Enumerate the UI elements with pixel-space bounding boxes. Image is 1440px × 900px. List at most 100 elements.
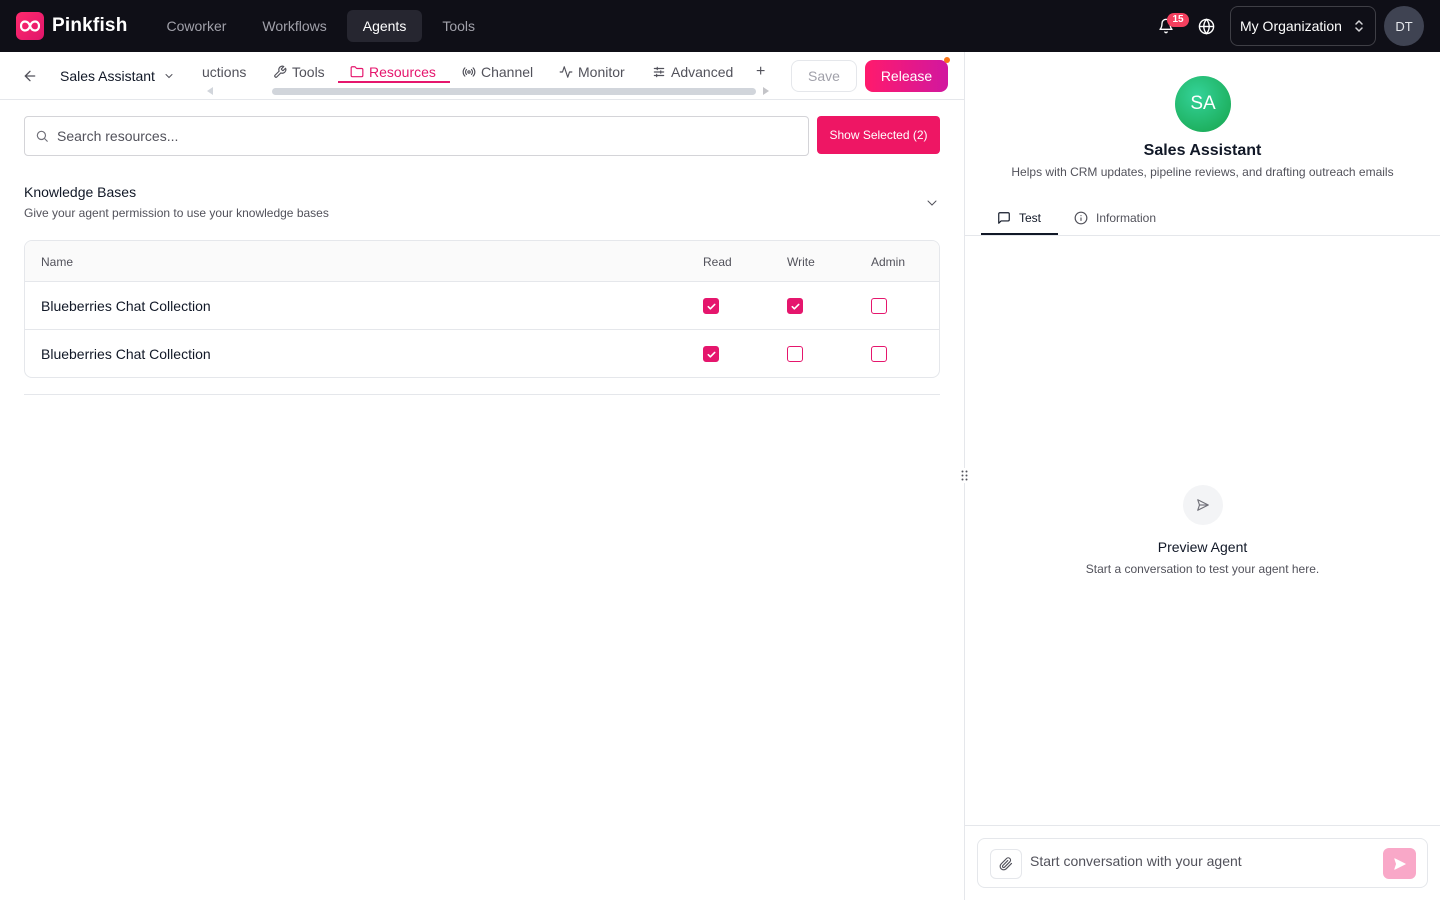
top-bar: Pinkfish Coworker Workflows Agents Tools…	[0, 0, 1440, 52]
preview-empty-subtitle: Start a conversation to test your agent …	[1085, 562, 1320, 576]
chevrons-up-down-icon	[1355, 20, 1363, 32]
sliders-icon	[653, 66, 665, 78]
table-row: Blueberries Chat Collection	[25, 282, 939, 330]
nav-tools[interactable]: Tools	[426, 10, 491, 42]
message-icon	[998, 211, 1010, 224]
infinity-logo-icon	[16, 12, 44, 40]
nav-agents[interactable]: Agents	[346, 10, 423, 42]
chevron-down-icon	[165, 74, 173, 79]
section-title: Knowledge Bases	[24, 184, 137, 200]
tab-label: Resources	[369, 64, 436, 80]
knowledge-bases-section-header[interactable]: Knowledge Bases Give your agent permissi…	[24, 184, 940, 220]
search-input[interactable]	[57, 128, 757, 144]
section-divider	[24, 394, 940, 395]
preview-agent-name: Sales Assistant	[1143, 142, 1262, 159]
chat-composer	[977, 838, 1428, 888]
preview-send-icon	[1183, 485, 1223, 525]
send-icon	[1393, 857, 1406, 870]
paperclip-icon	[999, 857, 1013, 871]
search-box	[24, 116, 809, 156]
preview-tabs: Test Information	[965, 200, 1440, 236]
send-icon	[1197, 499, 1209, 511]
active-tab-indicator	[338, 81, 450, 83]
chevron-down-icon[interactable]	[924, 195, 940, 211]
info-icon	[1074, 211, 1088, 224]
chat-input[interactable]	[1030, 853, 1370, 869]
tab-instructions[interactable]: uctions	[202, 58, 246, 86]
nav-workflows[interactable]: Workflows	[246, 10, 342, 42]
resource-search-row: Show Selected (2)	[24, 116, 940, 156]
agent-toolbar: Sales Assistant uctions Tools Resources …	[0, 52, 964, 100]
tab-label: Tools	[292, 64, 325, 80]
read-checkbox[interactable]	[703, 298, 719, 314]
tab-label: uctions	[202, 64, 247, 80]
wrench-icon	[274, 65, 287, 78]
organization-select[interactable]: My Organization	[1230, 6, 1376, 46]
table-header: Name Read Write Admin	[25, 241, 939, 282]
main-nav: Coworker Workflows Agents Tools	[151, 10, 492, 42]
write-checkbox[interactable]	[787, 298, 803, 314]
read-checkbox[interactable]	[703, 346, 719, 362]
tab-label: Advanced	[671, 64, 734, 80]
column-admin: Admin	[871, 255, 906, 269]
logo[interactable]: Pinkfish	[16, 12, 128, 40]
agent-editor-panel: Sales Assistant uctions Tools Resources …	[0, 52, 964, 900]
preview-agent-description: Helps with CRM updates, pipeline reviews…	[1011, 165, 1394, 179]
column-name: Name	[41, 255, 74, 269]
check-icon	[790, 303, 800, 310]
tab-label: Test	[1019, 210, 1042, 225]
tab-information[interactable]: Information	[1074, 200, 1156, 235]
globe-icon	[1198, 17, 1214, 35]
admin-checkbox[interactable]	[871, 298, 887, 314]
tab-label: Monitor	[578, 64, 625, 80]
column-write: Write	[787, 255, 815, 269]
activity-icon	[559, 66, 573, 78]
tab-tools[interactable]: Tools	[273, 58, 325, 86]
unreleased-changes-dot	[944, 57, 950, 63]
save-button[interactable]: Save	[791, 60, 857, 92]
active-tab-indicator	[981, 233, 1058, 235]
tab-advanced[interactable]: Advanced	[652, 58, 733, 86]
send-button[interactable]	[1383, 848, 1416, 879]
column-read: Read	[703, 255, 732, 269]
knowledge-base-name: Blueberries Chat Collection	[41, 346, 211, 362]
notifications-button[interactable]: 15	[1146, 6, 1189, 46]
check-icon	[706, 351, 716, 358]
agent-preview-panel: SA Sales Assistant Helps with CRM update…	[965, 52, 1440, 900]
add-tab-button[interactable]: +	[756, 58, 765, 86]
attach-button[interactable]	[990, 849, 1022, 879]
admin-checkbox[interactable]	[871, 346, 887, 362]
check-icon	[706, 303, 716, 310]
user-avatar[interactable]: DT	[1384, 6, 1424, 46]
show-selected-button[interactable]: Show Selected (2)	[817, 116, 940, 154]
tab-test[interactable]: Test	[997, 200, 1041, 235]
section-description: Give your agent permission to use your k…	[24, 206, 329, 220]
tab-channel[interactable]: Channel	[462, 58, 533, 86]
knowledge-bases-table: Name Read Write Admin Blueberries Chat C…	[24, 240, 940, 378]
tab-label: Information	[1096, 210, 1157, 225]
agent-avatar: SA	[1175, 76, 1231, 132]
app-name: Pinkfish	[52, 15, 128, 36]
back-button[interactable]	[20, 66, 40, 86]
nav-coworker[interactable]: Coworker	[151, 10, 243, 42]
arrow-left-icon	[24, 70, 36, 82]
language-button[interactable]	[1186, 6, 1226, 46]
scroll-right-arrow[interactable]	[763, 87, 769, 95]
table-row: Blueberries Chat Collection	[25, 330, 939, 377]
folder-icon	[350, 66, 364, 78]
chat-divider	[965, 825, 1440, 826]
release-button[interactable]: Release	[865, 60, 948, 92]
scroll-left-arrow[interactable]	[207, 87, 213, 95]
plus-icon: +	[756, 63, 766, 80]
tab-monitor[interactable]: Monitor	[559, 58, 625, 86]
notification-count-badge: 15	[1167, 13, 1189, 27]
agent-name-label: Sales Assistant	[60, 68, 155, 84]
knowledge-base-name: Blueberries Chat Collection	[41, 298, 211, 314]
agent-switcher[interactable]: Sales Assistant	[60, 66, 175, 86]
preview-empty-title: Preview Agent	[1157, 539, 1248, 555]
organization-name: My Organization	[1240, 18, 1342, 34]
search-icon	[36, 130, 48, 142]
tabs-scrollbar[interactable]	[272, 88, 756, 95]
broadcast-icon	[462, 67, 476, 77]
write-checkbox[interactable]	[787, 346, 803, 362]
